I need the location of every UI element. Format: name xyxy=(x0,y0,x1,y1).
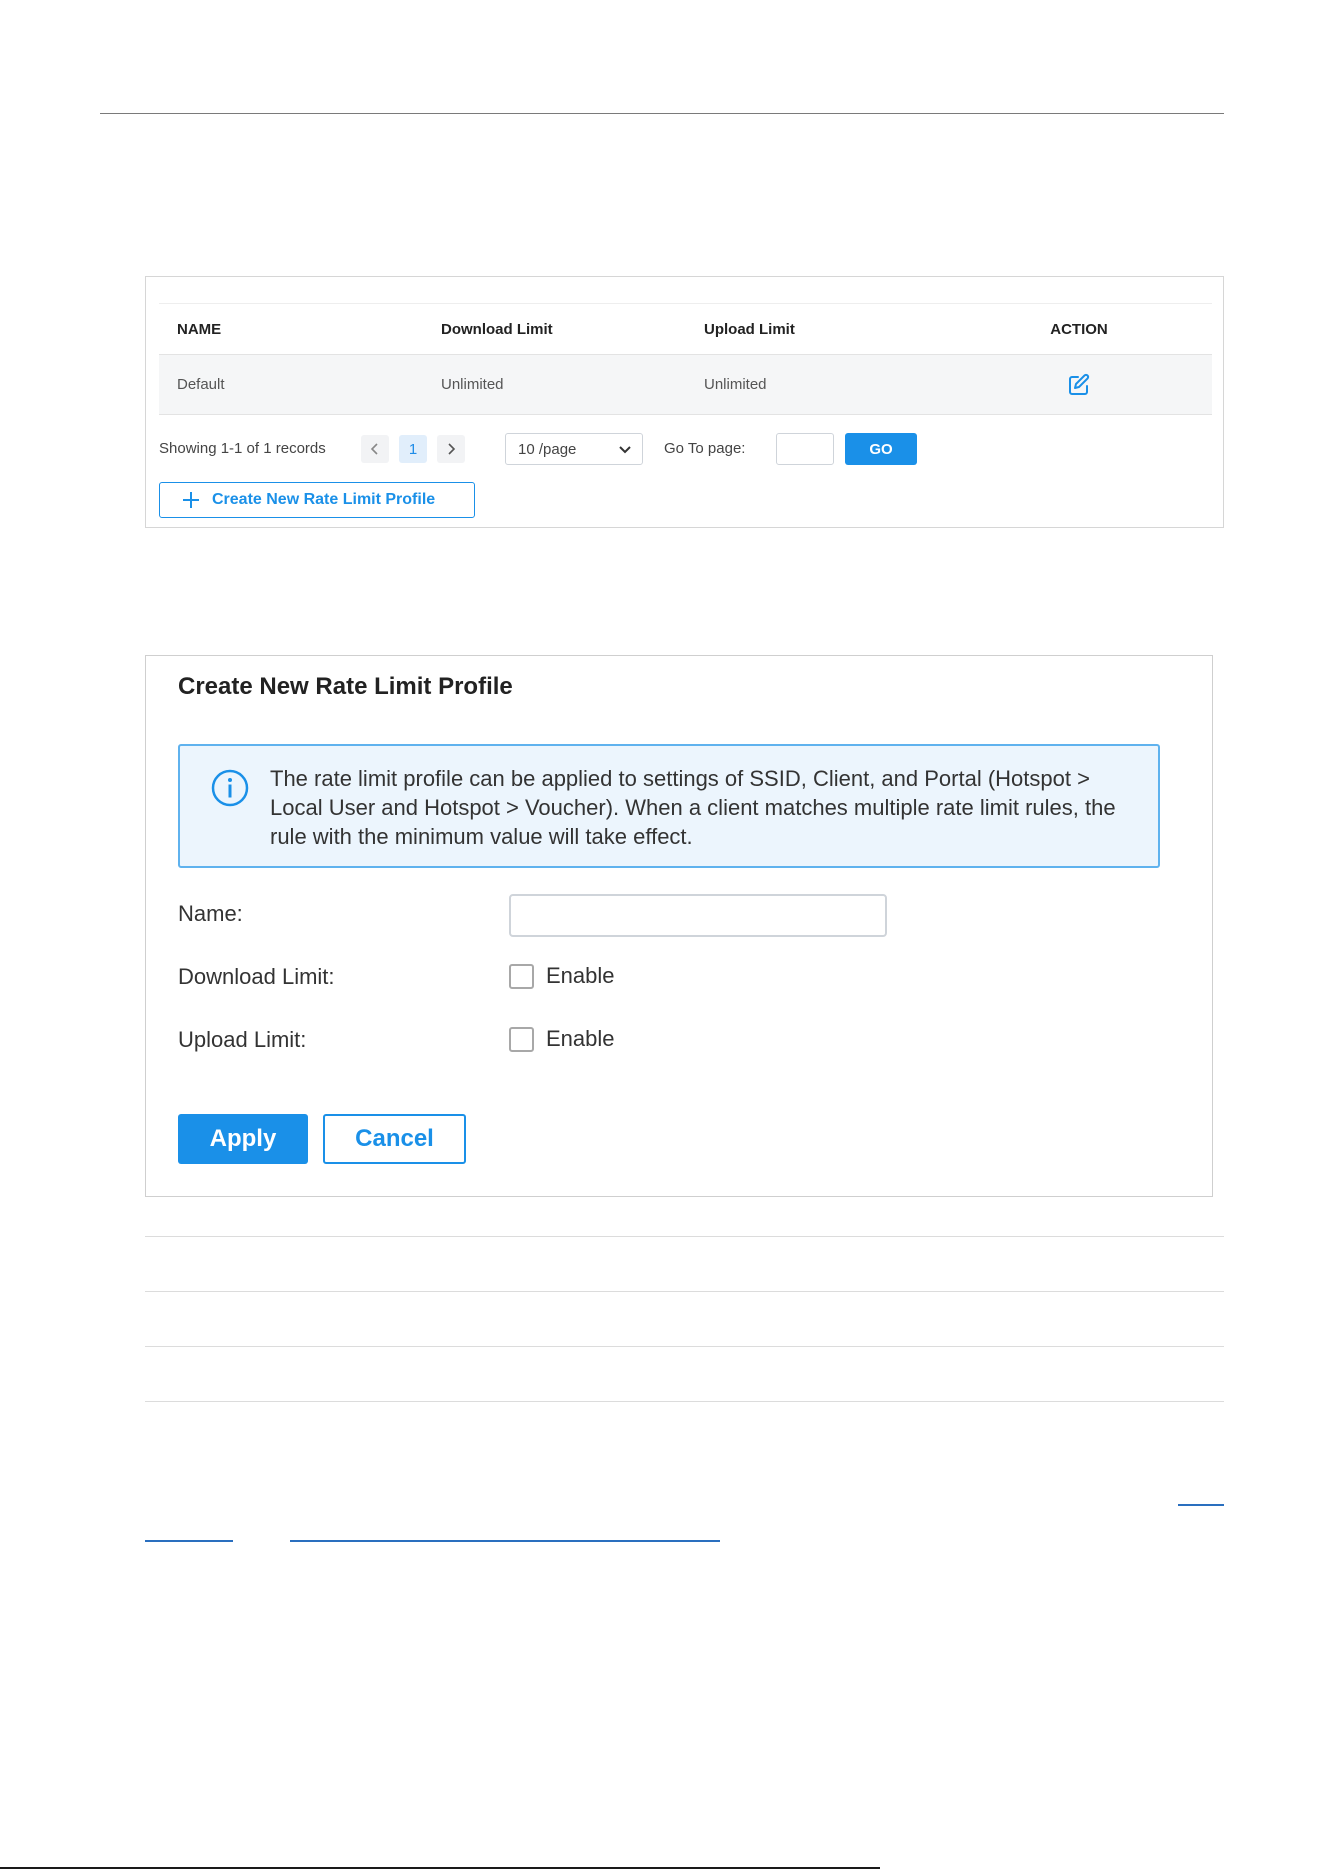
name-input[interactable] xyxy=(509,894,887,937)
next-page-button[interactable] xyxy=(437,435,465,463)
link-underline[interactable] xyxy=(1178,1504,1224,1506)
table-divider xyxy=(145,1401,1224,1402)
upload-enable-label: Enable xyxy=(546,1026,615,1051)
table-header: NAME Download Limit Upload Limit ACTION xyxy=(159,303,1212,355)
pagination: Showing 1-1 of 1 records 1 10 /page Go T… xyxy=(159,433,1212,465)
goto-page-label: Go To page: xyxy=(664,440,746,457)
download-enable-label: Enable xyxy=(546,963,615,988)
table-row: Default Unlimited Unlimited xyxy=(159,355,1212,415)
link-underline[interactable] xyxy=(145,1540,233,1542)
form-title: Create New Rate Limit Profile xyxy=(178,673,513,700)
chevron-right-icon xyxy=(448,443,456,455)
table-divider xyxy=(145,1291,1224,1292)
column-header-action: ACTION xyxy=(1050,320,1108,338)
page-size-select[interactable]: 10 /page xyxy=(505,433,643,465)
create-profile-button[interactable]: Create New Rate Limit Profile xyxy=(159,482,475,518)
info-text: The rate limit profile can be applied to… xyxy=(270,766,1116,849)
prev-page-button[interactable] xyxy=(361,435,389,463)
goto-page-input[interactable] xyxy=(776,433,834,465)
upload-limit-enable[interactable]: Enable xyxy=(509,1026,615,1052)
upload-limit-checkbox[interactable] xyxy=(509,1026,534,1052)
edit-icon[interactable] xyxy=(1066,372,1092,398)
info-icon xyxy=(210,768,250,813)
link-underline[interactable] xyxy=(290,1540,720,1542)
create-profile-label: Create New Rate Limit Profile xyxy=(212,491,436,508)
chevron-down-icon xyxy=(619,446,631,454)
upload-limit-label: Upload Limit: xyxy=(178,1027,307,1052)
cancel-button[interactable]: Cancel xyxy=(323,1114,466,1164)
header-rule xyxy=(100,113,1224,114)
info-notice: The rate limit profile can be applied to… xyxy=(178,744,1160,868)
cell-download-limit: Unlimited xyxy=(441,376,504,393)
plus-icon xyxy=(182,491,200,509)
cell-name: Default xyxy=(177,376,225,393)
chevron-left-icon xyxy=(370,443,378,455)
cell-upload-limit: Unlimited xyxy=(704,376,767,393)
create-profile-form: Create New Rate Limit Profile The rate l… xyxy=(145,655,1213,1197)
apply-button[interactable]: Apply xyxy=(178,1114,308,1164)
go-button[interactable]: GO xyxy=(845,433,917,465)
column-header-download: Download Limit xyxy=(441,320,553,338)
download-limit-checkbox[interactable] xyxy=(509,963,534,989)
table-divider xyxy=(145,1236,1224,1237)
cell-action xyxy=(1039,355,1119,414)
page-size-value: 10 /page xyxy=(518,440,577,458)
rate-limit-table-panel: NAME Download Limit Upload Limit ACTION … xyxy=(145,276,1224,528)
footer-rule xyxy=(0,1867,880,1869)
records-count: Showing 1-1 of 1 records xyxy=(159,440,326,457)
table-divider xyxy=(145,1346,1224,1347)
page-number-button[interactable]: 1 xyxy=(399,435,427,463)
column-header-upload: Upload Limit xyxy=(704,320,795,338)
rate-limit-table: NAME Download Limit Upload Limit ACTION … xyxy=(159,303,1212,415)
name-label: Name: xyxy=(178,901,243,926)
column-header-name: NAME xyxy=(177,320,222,338)
download-limit-label: Download Limit: xyxy=(178,964,335,989)
download-limit-enable[interactable]: Enable xyxy=(509,963,615,989)
